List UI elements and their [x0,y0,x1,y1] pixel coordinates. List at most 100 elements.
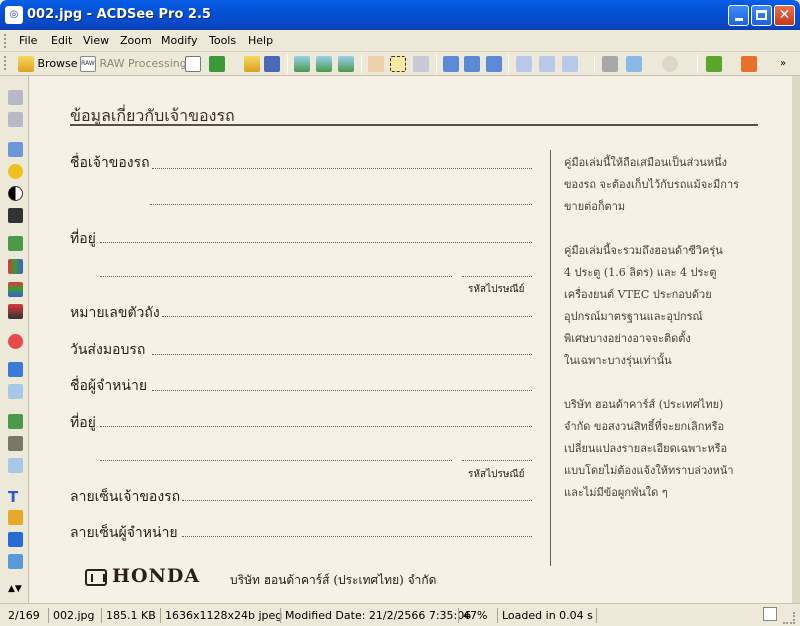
title-bar: ◎ 002.jpg - ACDSee Pro 2.5 ✕ [0,0,800,30]
status-zoom: 47% [458,608,487,623]
viewer-scroll-strip[interactable] [792,76,800,603]
brush-icon[interactable] [8,510,23,525]
address-line [100,242,532,243]
resize-grip[interactable] [783,612,795,624]
text-icon[interactable]: T [8,488,23,506]
color-balance-icon[interactable] [8,282,23,297]
zoom-out-icon[interactable] [539,56,555,72]
postal-code-label: รหัสไปรษณีย์ [468,284,525,295]
noise-icon[interactable] [8,384,23,399]
previous-image-icon[interactable] [294,56,310,72]
wallpaper-icon[interactable] [662,56,678,72]
note-line: อุปกรณ์มาตรฐานและอุปกรณ์ [564,310,703,323]
toolbar-grip[interactable] [4,56,7,70]
effects-icon[interactable] [8,554,23,569]
slideshow-icon[interactable] [338,56,354,72]
dealer-address-line-2 [100,460,452,461]
resize-icon[interactable] [8,414,23,429]
edit-image-icon[interactable] [706,56,722,72]
image-viewer[interactable]: ข้อมูลเกี่ยวกับเจ้าของรถ ชื่อเจ้าของรถ ท… [30,76,792,603]
note-block-3: บริษัท ฮอนด้าคาร์ส์ (ประเทศไทย) จำกัด ขอ… [564,394,764,504]
zoom-in-icon[interactable] [516,56,532,72]
redo-icon[interactable] [8,112,23,127]
hand-tool-icon[interactable] [368,56,384,72]
menubar-grip[interactable] [4,34,7,48]
close-button[interactable]: ✕ [774,5,795,26]
portrait-icon[interactable] [8,208,23,223]
menu-zoom[interactable]: Zoom [120,34,152,47]
border-icon[interactable] [8,532,23,547]
maximize-button[interactable] [751,5,772,26]
chassis-number-line [162,316,532,317]
zoom-menu-icon[interactable] [562,56,578,72]
color-icon[interactable] [8,304,23,319]
status-filename: 002.jpg [48,608,95,623]
left-tool-panel: T ▲▼ [0,76,29,603]
flip-icon[interactable] [486,56,502,72]
menu-help[interactable]: Help [248,34,273,47]
toolbar-separator [697,55,698,73]
zoom-tool-icon[interactable] [413,56,429,72]
company-name: บริษัท ฮอนด้าคาร์ส์ (ประเทศไทย) จำกัด [230,573,437,587]
light-icon[interactable] [8,164,23,179]
external-editor-icon[interactable] [741,56,757,72]
honda-h-logo-icon [85,569,107,586]
histogram-icon[interactable] [8,259,23,274]
toolbar-separator [436,55,437,73]
note-line: คู่มือเล่มนี้ให้ถือเสมือนเป็นส่วนหนึ่ง [564,156,728,169]
menu-modify[interactable]: Modify [161,34,197,47]
owner-name-line [152,168,532,169]
crop-icon[interactable] [8,436,23,451]
window-title: 002.jpg - ACDSee Pro 2.5 [27,7,211,22]
hand-icon[interactable] [8,458,23,473]
dealer-name-line [152,390,532,391]
contrast-icon[interactable] [8,186,23,201]
rotate-right-icon[interactable] [464,56,480,72]
rotate-left-icon[interactable] [443,56,459,72]
browse-button[interactable]: Browse [18,55,78,73]
open-folder-icon[interactable] [244,56,260,72]
note-block-2: คู่มือเล่มนี้จะรวมถึงฮอนด้าซีวิครุ่น 4 ป… [564,240,764,372]
minimize-button[interactable] [728,5,749,26]
owner-signature-line [182,500,532,501]
address-line-2 [100,276,452,277]
raw-save-icon[interactable] [185,56,201,72]
toolbar-separator [361,55,362,73]
raw-processing-button[interactable]: RAW RAW Processing [80,55,187,73]
save-icon[interactable] [264,56,280,72]
toolbar-separator [287,55,288,73]
menu-edit[interactable]: Edit [51,34,72,47]
address-label: ที่อยู่ [70,231,96,247]
toolbar-separator [508,55,509,73]
sharpen-icon[interactable] [8,362,23,377]
exposure-icon[interactable] [8,142,23,157]
status-loaded: Loaded in 0.04 s [497,608,593,623]
red-eye-icon[interactable] [8,334,23,349]
menu-file[interactable]: File [19,34,37,47]
menu-tools[interactable]: Tools [209,34,236,47]
note-block-1: คู่มือเล่มนี้ให้ถือเสมือนเป็นส่วนหนึ่ง ข… [564,152,764,218]
panel-expand-icon[interactable]: ▲▼ [8,584,23,599]
tag-checkbox-icon[interactable] [209,56,225,72]
dealer-postal-code-line [462,460,532,461]
dealer-address-label: ที่อยู่ [70,415,96,431]
selection-tool-icon[interactable] [390,56,406,72]
note-line: ขายต่อก็ตาม [564,200,626,213]
column-divider [550,150,551,566]
note-line: 4 ประตู (1.6 ลิตร) และ 4 ประตู [564,266,717,279]
acdsee-app-icon[interactable]: ◎ [5,6,23,24]
levels-icon[interactable] [8,236,23,251]
print-icon[interactable] [602,56,618,72]
note-line: คู่มือเล่มนี้จะรวมถึงฮอนด้าซีวิครุ่น [564,244,723,257]
status-dimensions: 1636x1128x24b jpeg [160,608,282,623]
menu-view[interactable]: View [83,34,109,47]
note-line: จำกัด ขอสงวนสิทธิ์ที่จะยกเลิกหรือ [564,420,725,433]
note-line: ของรถ จะต้องเก็บไว้กับรถแม้จะมีการ [564,178,740,191]
dealer-signature-label: ลายเซ็นผู้จำหน่าย [70,525,178,541]
share-icon[interactable] [626,56,642,72]
toolbar-overflow-icon[interactable]: » [780,56,796,72]
status-page-icon[interactable] [763,607,777,621]
toolbar-separator [594,55,595,73]
undo-icon[interactable] [8,90,23,105]
next-image-icon[interactable] [316,56,332,72]
